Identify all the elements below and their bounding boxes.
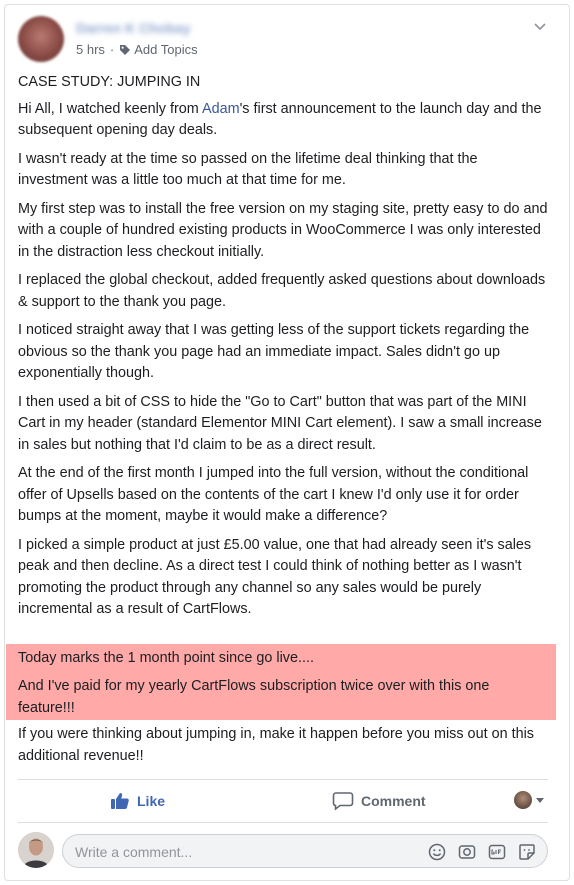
paragraph-5: I noticed straight away that I was getti… — [18, 322, 530, 381]
paragraph-4: I replaced the global checkout, added fr… — [18, 272, 546, 310]
caret-down-icon — [536, 797, 544, 803]
page-avatar — [514, 791, 532, 809]
paragraph-2: I wasn't ready at the time so passed on … — [18, 150, 478, 189]
like-button[interactable]: Like — [110, 782, 165, 820]
like-label: Like — [137, 793, 166, 809]
author-avatar[interactable] — [18, 16, 64, 62]
add-topics-link[interactable]: Add Topics — [119, 42, 198, 57]
paragraph-7: At the end of the first month I jumped i… — [18, 465, 529, 524]
sticker-icon[interactable] — [517, 842, 537, 862]
paragraph-9: If you were thinking about jumping in, m… — [18, 726, 534, 764]
tag-icon — [120, 44, 131, 55]
comment-button[interactable]: Comment — [332, 782, 426, 820]
user-avatar[interactable] — [18, 832, 54, 868]
add-topics-label: Add Topics — [134, 42, 198, 57]
paragraph-6: I then used a bit of CSS to hide the "Go… — [18, 393, 542, 453]
comment-label: Comment — [361, 793, 426, 809]
emoji-icon[interactable] — [427, 842, 447, 862]
divider — [18, 822, 548, 823]
user-avatar-image — [18, 832, 54, 868]
mention-link[interactable]: Adam — [202, 101, 240, 117]
comment-icon — [332, 792, 354, 811]
paragraph-1: Hi All, I watched keenly from Adam's fir… — [18, 99, 550, 142]
divider — [18, 779, 548, 780]
comment-placeholder: Write a comment... — [75, 844, 193, 860]
post-actions: Like Comment — [18, 782, 548, 820]
paragraph-1-text-a: Hi All, I watched keenly from — [18, 100, 202, 117]
post-header: Darren K Chobay 5 hrs · Add Topics — [18, 16, 548, 66]
post-title: CASE STUDY: JUMPING IN — [18, 74, 201, 90]
post-time[interactable]: 5 hrs — [76, 42, 105, 57]
paragraph-8: I picked a simple product at just £5.00 … — [18, 536, 532, 618]
author-name[interactable]: Darren K Chobay — [76, 20, 226, 36]
paragraph-3: My first step was to install the free ve… — [18, 200, 548, 260]
post-body: CASE STUDY: JUMPING IN Hi All, I watched… — [18, 72, 550, 628]
post-meta: 5 hrs · Add Topics — [76, 42, 198, 57]
highlight-line-2: And I've paid for my yearly CartFlows su… — [18, 678, 490, 716]
comment-composer: Write a comment... — [18, 830, 548, 870]
thumbs-up-icon — [111, 793, 129, 809]
chevron-down-icon[interactable] — [532, 18, 548, 34]
camera-icon[interactable] — [457, 842, 477, 862]
highlight-line-1: Today marks the 1 month point since go l… — [18, 650, 314, 666]
meta-separator: · — [109, 42, 115, 57]
comment-input[interactable]: Write a comment... — [62, 834, 548, 868]
gif-icon[interactable] — [487, 842, 507, 862]
react-as-selector[interactable] — [514, 791, 544, 809]
